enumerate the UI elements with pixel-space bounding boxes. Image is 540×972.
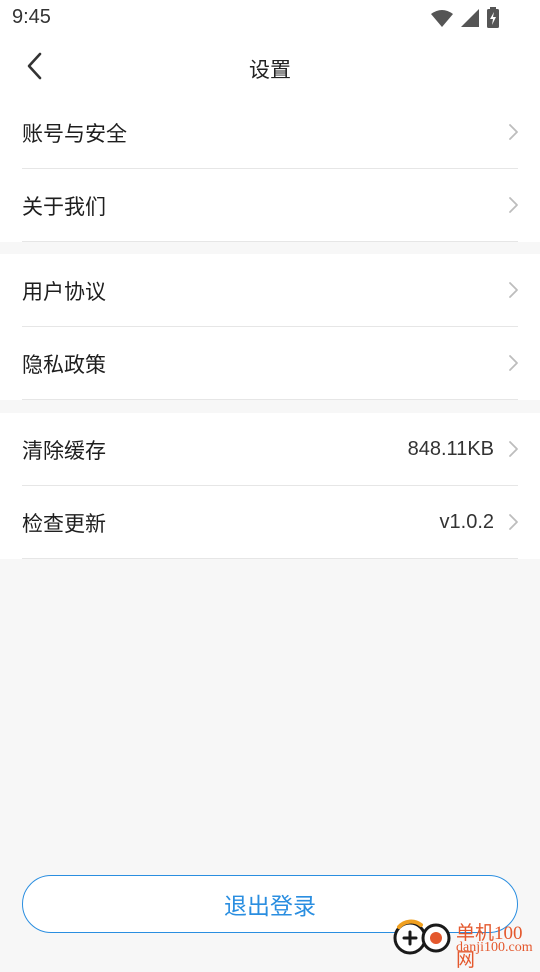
- divider: [22, 558, 518, 559]
- settings-group-account: 账号与安全 关于我们: [0, 96, 540, 242]
- settings-item-label: 清除缓存: [22, 439, 106, 463]
- settings-item-label: 用户协议: [22, 280, 106, 304]
- divider: [22, 399, 518, 400]
- signal-icon: [461, 9, 479, 27]
- page-title: 设置: [249, 58, 291, 82]
- settings-item-about-us[interactable]: 关于我们: [0, 169, 540, 242]
- settings-group-app: 清除缓存 848.11KB 检查更新 v1.0.2: [0, 413, 540, 559]
- settings-item-account-security[interactable]: 账号与安全: [0, 96, 540, 169]
- settings-item-privacy-policy[interactable]: 隐私政策: [0, 327, 540, 400]
- settings-item-label: 账号与安全: [22, 122, 127, 146]
- status-bar: 9:45: [0, 0, 540, 36]
- battery-charging-icon: [487, 7, 499, 28]
- version-value: v1.0.2: [439, 511, 494, 533]
- watermark: 单机100网 danji100.com: [390, 912, 540, 971]
- settings-group-legal: 用户协议 隐私政策: [0, 254, 540, 400]
- chevron-right-icon: [509, 124, 518, 140]
- settings-item-label: 检查更新: [22, 512, 106, 536]
- watermark-logo-icon: [393, 919, 451, 955]
- chevron-right-icon: [509, 441, 518, 457]
- wifi-icon: [431, 10, 453, 27]
- chevron-right-icon: [509, 197, 518, 213]
- settings-item-user-agreement[interactable]: 用户协议: [0, 254, 540, 327]
- cache-size-value: 848.11KB: [407, 438, 494, 460]
- chevron-right-icon: [509, 282, 518, 298]
- watermark-url: danji100.com: [456, 940, 533, 955]
- settings-item-label: 隐私政策: [22, 353, 106, 377]
- chevron-right-icon: [509, 355, 518, 371]
- nav-bar: 设置: [0, 36, 540, 96]
- chevron-right-icon: [509, 514, 518, 530]
- settings-item-check-update[interactable]: 检查更新 v1.0.2: [0, 486, 540, 559]
- status-icons: [430, 7, 500, 29]
- status-time: 9:45: [12, 6, 51, 28]
- divider: [22, 241, 518, 242]
- settings-item-label: 关于我们: [22, 195, 106, 219]
- settings-item-clear-cache[interactable]: 清除缓存 848.11KB: [0, 413, 540, 486]
